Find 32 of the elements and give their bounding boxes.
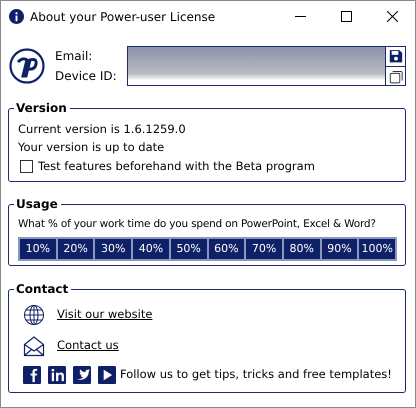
linkedin-icon[interactable]	[48, 366, 66, 384]
facebook-icon[interactable]	[23, 366, 41, 384]
field-label: Device ID:	[55, 68, 117, 85]
percent-button[interactable]: 10%	[19, 238, 57, 260]
percent-button[interactable]: 30%	[94, 238, 132, 260]
follow-text: Follow us to get tips, tricks and free templates!	[120, 366, 392, 384]
link[interactable]: Contact us	[57, 337, 119, 355]
window-title: About your Power-user License	[30, 8, 216, 26]
twitter-icon[interactable]	[73, 366, 91, 384]
version-text: Current version is 1.6.1259.0	[18, 121, 187, 138]
info-icon	[9, 9, 24, 24]
maximize-icon[interactable]	[340, 11, 352, 22]
question-text: What % of your work time do you spend on PowerPoint, Excel & Word?	[18, 216, 376, 232]
percent-button[interactable]: 50%	[170, 238, 208, 260]
link[interactable]: Visit our website	[57, 306, 152, 324]
status-text: Your version is up to date	[18, 139, 166, 156]
field-label: Email:	[55, 48, 94, 65]
envelope-icon	[23, 335, 45, 357]
globe-icon	[23, 304, 45, 326]
percent-button[interactable]: 100%	[358, 238, 396, 260]
percent-button[interactable]: 70%	[245, 238, 283, 260]
copy-icon[interactable]	[386, 66, 405, 85]
percent-button[interactable]: 80%	[282, 238, 321, 260]
percent-button[interactable]: 60%	[208, 238, 246, 260]
percent-button[interactable]: 90%	[320, 238, 358, 260]
checkbox[interactable]	[20, 160, 33, 173]
percent-button[interactable]: 40%	[132, 238, 170, 260]
percent-button[interactable]: 20%	[56, 238, 94, 260]
play-icon[interactable]	[98, 366, 116, 384]
checkbox-label: Test features beforehand with the Beta program	[38, 158, 315, 174]
logo-icon	[9, 48, 45, 84]
close-icon[interactable]	[386, 11, 398, 22]
